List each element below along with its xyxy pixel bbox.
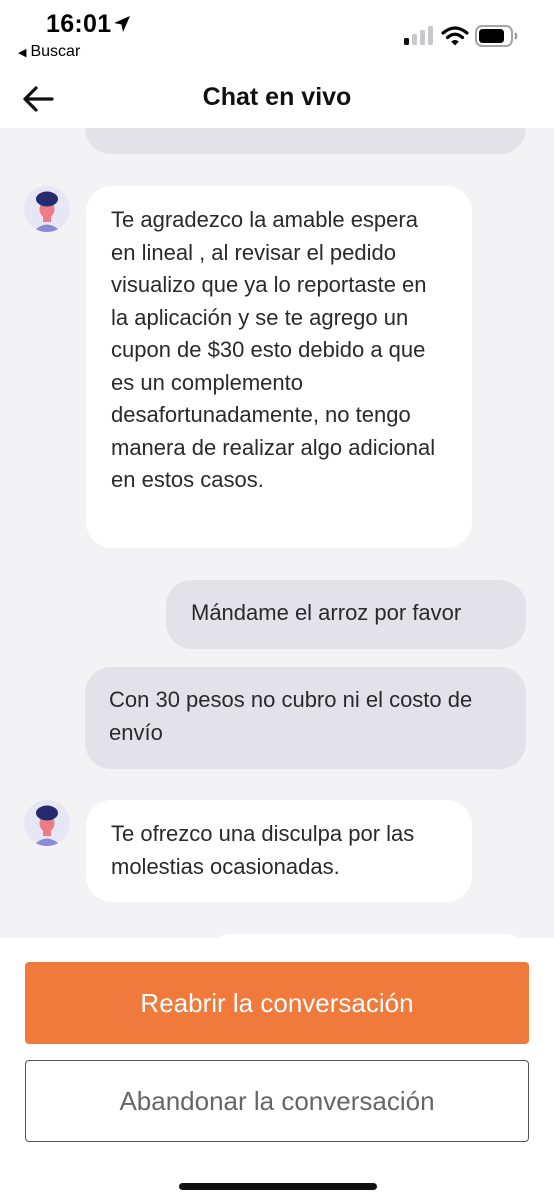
back-to-app-link[interactable]: ◀ Buscar [18,43,80,61]
message-bubble-previous [85,128,526,154]
back-to-app-label: Buscar [30,43,81,60]
chat-transcript[interactable]: Te agradezco la amable espera en lineal … [0,128,554,938]
signal-icon [404,26,434,51]
user-message-text: Con 30 pesos no cubro ni el costo de env… [109,687,473,745]
agent-message-text: Te agradezco la amable espera en lineal … [111,207,436,492]
back-triangle-icon: ◀ [18,46,27,59]
user-message: Con 30 pesos no cubro ni el costo de env… [85,667,526,769]
reopen-conversation-button[interactable]: Reabrir la conversación [25,962,529,1044]
agent-message-text: Te ofrezco una disculpa por las molestia… [111,821,415,879]
wifi-icon [441,25,469,52]
status-bar: 16:01 ◀ Buscar [0,0,554,70]
user-message-text: Mándame el arroz por favor [191,600,462,625]
battery-icon [475,25,519,52]
page-title: Chat en vivo [202,83,352,111]
agent-message: Te ofrezco una disculpa por las molestia… [86,800,472,902]
status-time: 16:01 [46,10,112,38]
home-indicator[interactable] [179,1183,377,1190]
agent-avatar [24,800,70,846]
abandon-conversation-button[interactable]: Abandonar la conversación [25,1060,529,1142]
nav-bar: Chat en vivo [0,70,554,128]
action-panel: Reabrir la conversación Abandonar la con… [0,938,554,1200]
user-message: Mándame el arroz por favor [166,580,526,649]
agent-avatar [24,186,70,232]
location-arrow-icon [112,14,132,39]
agent-message: Te agradezco la amable espera en lineal … [86,186,472,548]
